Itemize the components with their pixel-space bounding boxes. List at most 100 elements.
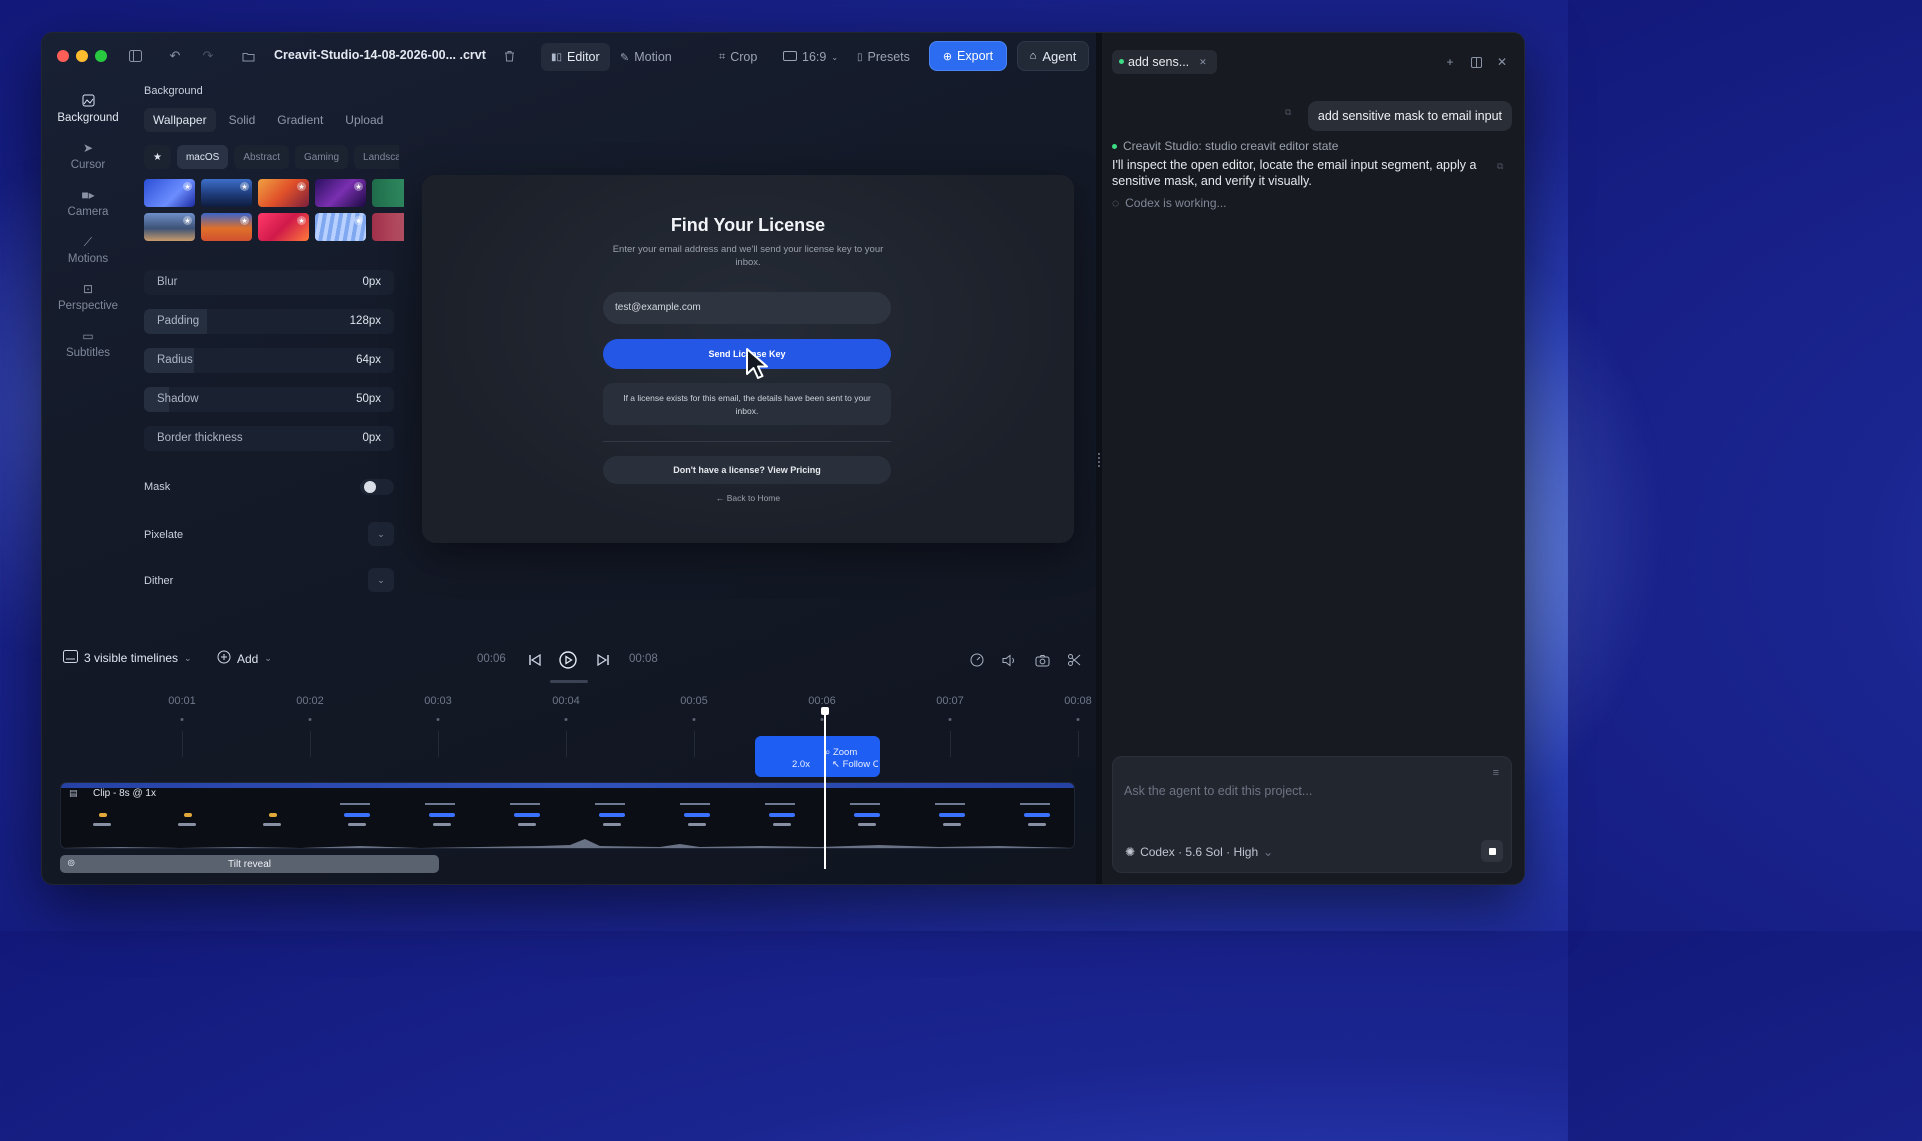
bookmark-icon: ▯	[857, 51, 863, 63]
cursor-arrow-icon	[744, 347, 774, 386]
export-button[interactable]: ⊕ Export	[929, 41, 1007, 71]
rail-item-subtitles[interactable]: ▭ Subtitles	[52, 320, 124, 367]
copy-icon[interactable]: ⧉	[1497, 161, 1503, 172]
slider-value: 128px	[349, 315, 381, 327]
close-icon[interactable]: ✕	[1199, 57, 1207, 68]
wallpaper-thumb[interactable]: ★	[144, 179, 195, 207]
plus-circle-icon	[217, 650, 231, 667]
preview-pricing-button[interactable]: Don't have a license? View Pricing	[603, 456, 891, 484]
window-controls	[57, 50, 107, 62]
tab-solid[interactable]: Solid	[220, 108, 265, 132]
dither-expand-button[interactable]: ⌄	[368, 568, 394, 592]
wallpaper-thumb[interactable]: ★	[201, 213, 252, 241]
skip-forward-icon[interactable]	[593, 650, 613, 670]
ruler-tick: 00:07	[936, 695, 964, 707]
category-chip-gaming[interactable]: Gaming	[295, 145, 349, 169]
sidebar-toggle-icon[interactable]	[126, 47, 144, 65]
add-track-button[interactable]: Add ⌄	[217, 650, 272, 667]
wallpaper-thumb[interactable]: ★	[315, 213, 366, 241]
tab-gradient[interactable]: Gradient	[268, 108, 332, 132]
category-chip-abstract[interactable]: Abstract	[234, 145, 289, 169]
padding-slider[interactable]: Padding 128px	[144, 309, 394, 334]
wallpaper-thumb[interactable]: ★	[258, 179, 309, 207]
radius-slider[interactable]: Radius 64px	[144, 348, 394, 373]
folder-icon[interactable]	[239, 47, 257, 65]
volume-icon[interactable]	[999, 650, 1019, 670]
tab-upload[interactable]: Upload	[336, 108, 392, 132]
play-icon[interactable]	[558, 650, 578, 670]
grid-line	[566, 731, 567, 757]
mode-tab-motion[interactable]: ✎ Motion	[610, 43, 682, 71]
undo-icon[interactable]: ↶	[166, 47, 184, 65]
close-window-button[interactable]	[57, 50, 69, 62]
zoom-segment[interactable]: ⌕ Zoom 2.0x ↖ Follow Cur	[755, 736, 880, 777]
rail-item-perspective[interactable]: ⊡ Perspective	[52, 273, 124, 320]
tool-call-line[interactable]: Creavit Studio: studio creavit editor st…	[1112, 139, 1338, 153]
split-view-icon[interactable]	[1468, 54, 1484, 70]
wallpaper-thumb[interactable]: ★	[144, 213, 195, 241]
wallpaper-thumb[interactable]: ★	[315, 179, 366, 207]
project-filename[interactable]: Creavit-Studio-14-08-2026-00... .crvt	[274, 48, 486, 62]
crop-button[interactable]: ⌗ Crop	[709, 43, 767, 71]
aspect-ratio-select[interactable]: 16:9 ⌄	[773, 43, 848, 71]
rail-item-cursor[interactable]: ➤ Cursor	[52, 132, 124, 179]
clip-track[interactable]: ▤ Clip - 8s @ 1x	[60, 782, 1075, 849]
favorites-chip[interactable]: ★	[144, 145, 171, 169]
presets-label: Presets	[867, 50, 910, 64]
effect-segment-tilt-reveal[interactable]: ⊚ Tilt reveal	[60, 855, 439, 873]
close-panel-icon[interactable]: ✕	[1494, 54, 1510, 70]
category-chip-macos[interactable]: macOS	[176, 145, 229, 169]
border-thickness-slider[interactable]: Border thickness 0px	[144, 426, 394, 451]
rail-item-camera[interactable]: ■▸ Camera	[52, 179, 124, 226]
blur-slider[interactable]: Blur 0px	[144, 270, 394, 295]
model-selector[interactable]: ✺ Codex · 5.6 Sol · High ⌄	[1125, 845, 1273, 859]
ruler-dot	[564, 718, 568, 721]
visible-timelines-select[interactable]: 3 visible timelines ⌄	[63, 650, 192, 666]
wallpaper-thumb[interactable]	[372, 213, 404, 241]
user-message: add sensitive mask to email input	[1307, 101, 1512, 131]
preview-canvas[interactable]: Find Your License Enter your email addre…	[422, 175, 1074, 543]
agent-session-tab[interactable]: add sens... ✕	[1112, 50, 1217, 74]
redo-icon[interactable]: ↷	[199, 47, 217, 65]
menu-icon[interactable]: ≡	[1493, 767, 1499, 779]
skip-back-icon[interactable]	[525, 650, 545, 670]
agent-button[interactable]: ⌂ Agent	[1017, 41, 1089, 71]
slider-value: 0px	[362, 432, 381, 444]
star-icon: ★	[153, 151, 162, 163]
wallpaper-thumb[interactable]: ★	[201, 179, 252, 207]
grid-line	[182, 731, 183, 757]
tab-wallpaper[interactable]: Wallpaper	[144, 108, 216, 132]
new-session-icon[interactable]: +	[1442, 54, 1458, 70]
timeline-scroll-handle[interactable]	[550, 680, 588, 683]
export-icon: ⊕	[942, 50, 953, 63]
working-status: ◌ Codex is working...	[1112, 196, 1227, 210]
scissors-icon[interactable]	[1064, 650, 1084, 670]
trash-icon[interactable]	[500, 47, 518, 65]
shadow-slider[interactable]: Shadow 50px	[144, 387, 394, 412]
effect-label: Tilt reveal	[228, 858, 271, 870]
preview-email-input[interactable]: test@example.com	[603, 292, 891, 324]
playhead[interactable]	[821, 707, 829, 869]
mode-tab-editor[interactable]: ▮▯ Editor	[541, 43, 610, 71]
composer-input[interactable]: Ask the agent to edit this project...	[1124, 784, 1312, 798]
copy-icon[interactable]: ⧉	[1285, 107, 1291, 118]
rail-item-background[interactable]: Background	[52, 85, 124, 132]
rail-item-label: Cursor	[70, 158, 106, 171]
wallpaper-thumb[interactable]: ★	[258, 213, 309, 241]
ruler-tick: 00:05	[680, 695, 708, 707]
wallpaper-thumb[interactable]	[372, 179, 404, 207]
preview-back-link[interactable]: ← Back to Home	[422, 493, 1074, 503]
stop-button[interactable]	[1481, 840, 1503, 862]
rail-item-motions[interactable]: ⟋ Motions	[52, 226, 124, 273]
speed-gauge-icon[interactable]	[967, 650, 987, 670]
zoom-window-button[interactable]	[95, 50, 107, 62]
minimize-window-button[interactable]	[76, 50, 88, 62]
ruler-tick: 00:04	[552, 695, 580, 707]
mask-toggle[interactable]	[360, 479, 394, 495]
camera-snapshot-icon[interactable]	[1032, 650, 1052, 670]
titlebar: ↶ ↷ Creavit-Studio-14-08-2026-00... .crv…	[42, 33, 1096, 79]
agent-composer[interactable]: ≡ Ask the agent to edit this project... …	[1112, 756, 1512, 873]
presets-button[interactable]: ▯ Presets	[847, 43, 920, 71]
pixelate-expand-button[interactable]: ⌄	[368, 522, 394, 546]
category-chip-landscape[interactable]: Landscape	[354, 145, 399, 169]
